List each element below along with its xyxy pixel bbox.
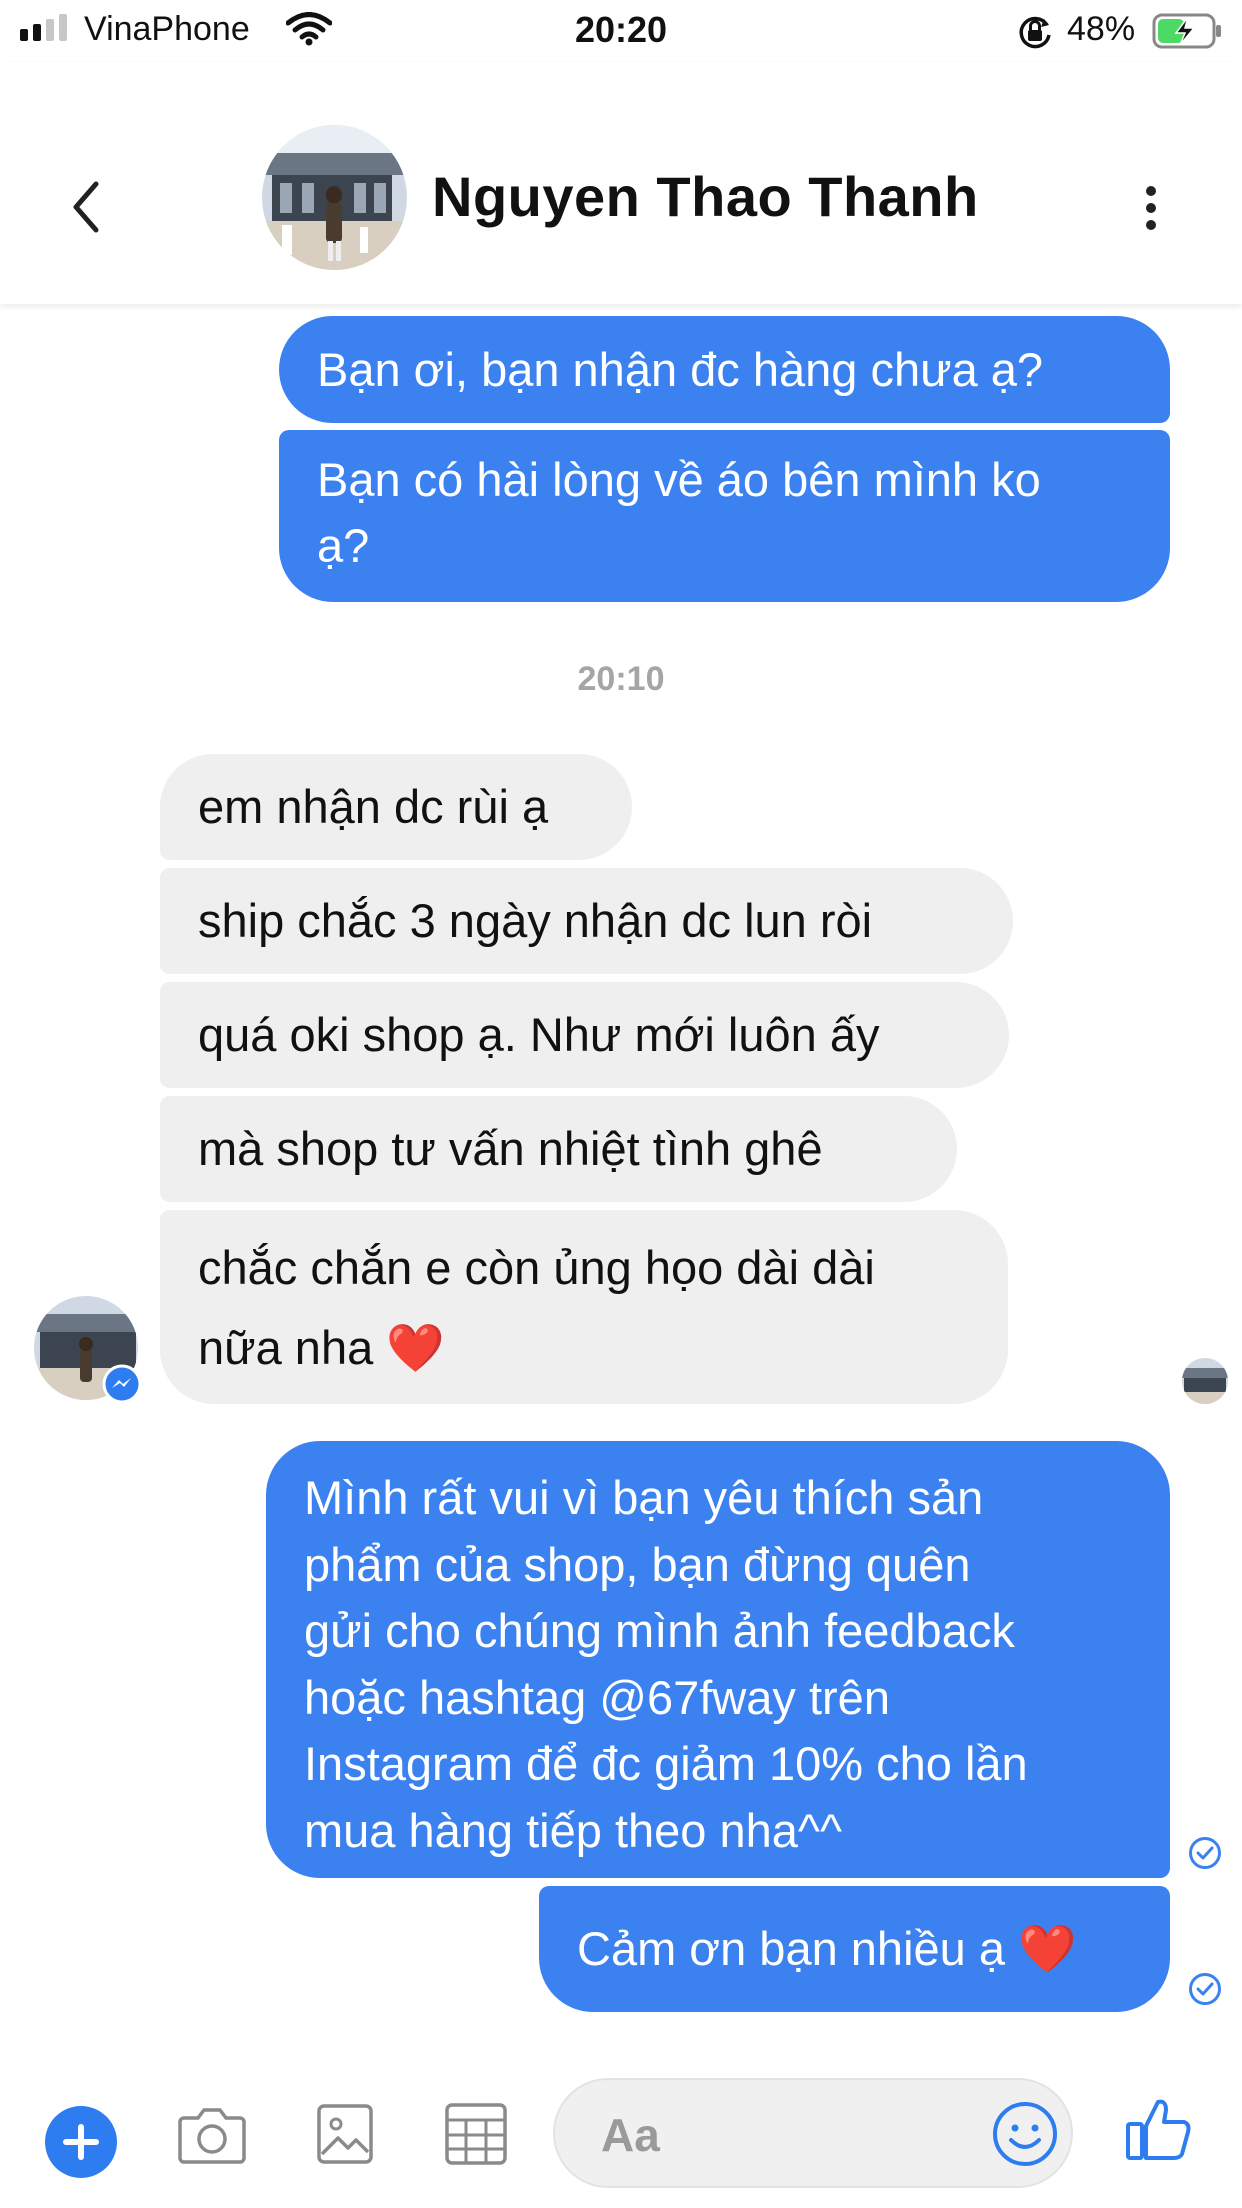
delivered-check-icon — [1189, 1837, 1221, 1869]
outgoing-message[interactable]: Bạn có hài lòng về áo bên mình ko ạ? — [279, 430, 1170, 602]
status-bar: VinaPhone 20:20 48% — [0, 0, 1242, 62]
message-text: gửi cho chúng mình ảnh feedback — [304, 1604, 1015, 1657]
camera-icon[interactable] — [176, 2102, 248, 2166]
message-text: Bạn ơi, bạn nhận đc hàng chưa ạ? — [317, 343, 1044, 396]
message-composer: Aa — [0, 2056, 1242, 2208]
message-text: ship chắc 3 ngày nhận dc lun ròi — [198, 894, 873, 947]
incoming-message[interactable]: chắc chắn e còn ủng họo dài dài nữa nha … — [160, 1210, 1008, 1404]
delivered-check-icon — [1189, 1973, 1221, 2005]
messenger-icon — [102, 1364, 142, 1404]
incoming-message[interactable]: em nhận dc rùi ạ — [160, 754, 632, 860]
message-text: em nhận dc rùi ạ — [198, 780, 549, 833]
clock: 20:20 — [574, 9, 668, 50]
conversation-header: Nguyen Thao Thanh — [0, 62, 1242, 304]
vertical-ellipsis-icon[interactable] — [1136, 172, 1166, 242]
chevron-left-icon[interactable] — [62, 172, 112, 242]
message-text: Instagram để đc giảm 10% cho lần — [304, 1737, 1028, 1790]
outgoing-message[interactable]: Bạn ơi, bạn nhận đc hàng chưa ạ? — [279, 316, 1170, 423]
emoji-icon[interactable] — [991, 2100, 1059, 2168]
message-text: quá oki shop ạ. Như mới luôn ấy — [198, 1008, 880, 1061]
message-text: chắc chắn e còn ủng họo dài dài — [198, 1241, 875, 1294]
rotation-lock-icon — [1019, 16, 1051, 49]
plus-icon[interactable] — [45, 2106, 117, 2178]
battery-percent: 48% — [1067, 10, 1136, 48]
input-placeholder: Aa — [601, 2109, 660, 2161]
incoming-message[interactable]: quá oki shop ạ. Như mới luôn ấy — [160, 982, 1009, 1088]
message-text: ạ? — [317, 519, 370, 572]
message-text: phẩm của shop, bạn đừng quên — [304, 1537, 971, 1591]
message-text: hoặc hashtag @67fway trên — [304, 1670, 890, 1724]
contact-avatar[interactable] — [262, 125, 407, 270]
message-text: Mình rất vui vì bạn yêu thích sản — [304, 1471, 984, 1524]
incoming-message[interactable]: ship chắc 3 ngày nhận dc lun ròi — [160, 868, 1013, 974]
message-text: Bạn có hài lòng về áo bên mình ko — [317, 453, 1041, 506]
message-text: mà shop tư vấn nhiệt tình ghê — [198, 1122, 823, 1175]
message-timestamp: 20:10 — [577, 660, 665, 698]
contact-name: Nguyen Thao Thanh — [432, 165, 979, 228]
thumbs-up-icon[interactable] — [1124, 2094, 1194, 2164]
seen-avatar — [1182, 1358, 1228, 1404]
outgoing-message[interactable]: Mình rất vui vì bạn yêu thích sản phẩm c… — [266, 1441, 1170, 1878]
message-input[interactable]: Aa — [553, 2078, 1073, 2188]
message-text: nữa nha ❤️ — [198, 1321, 445, 1374]
message-text: Cảm ơn bạn nhiều ạ ❤️ — [577, 1922, 1077, 1975]
sticker-icon[interactable] — [444, 2102, 508, 2166]
sender-avatar[interactable] — [34, 1296, 142, 1404]
message-text: mua hàng tiếp theo nha^^ — [304, 1803, 842, 1857]
incoming-message[interactable]: mà shop tư vấn nhiệt tình ghê — [160, 1096, 957, 1202]
photo-icon[interactable] — [316, 2102, 374, 2166]
outgoing-message[interactable]: Cảm ơn bạn nhiều ạ ❤️ — [539, 1886, 1170, 2012]
battery-icon — [1152, 13, 1221, 49]
